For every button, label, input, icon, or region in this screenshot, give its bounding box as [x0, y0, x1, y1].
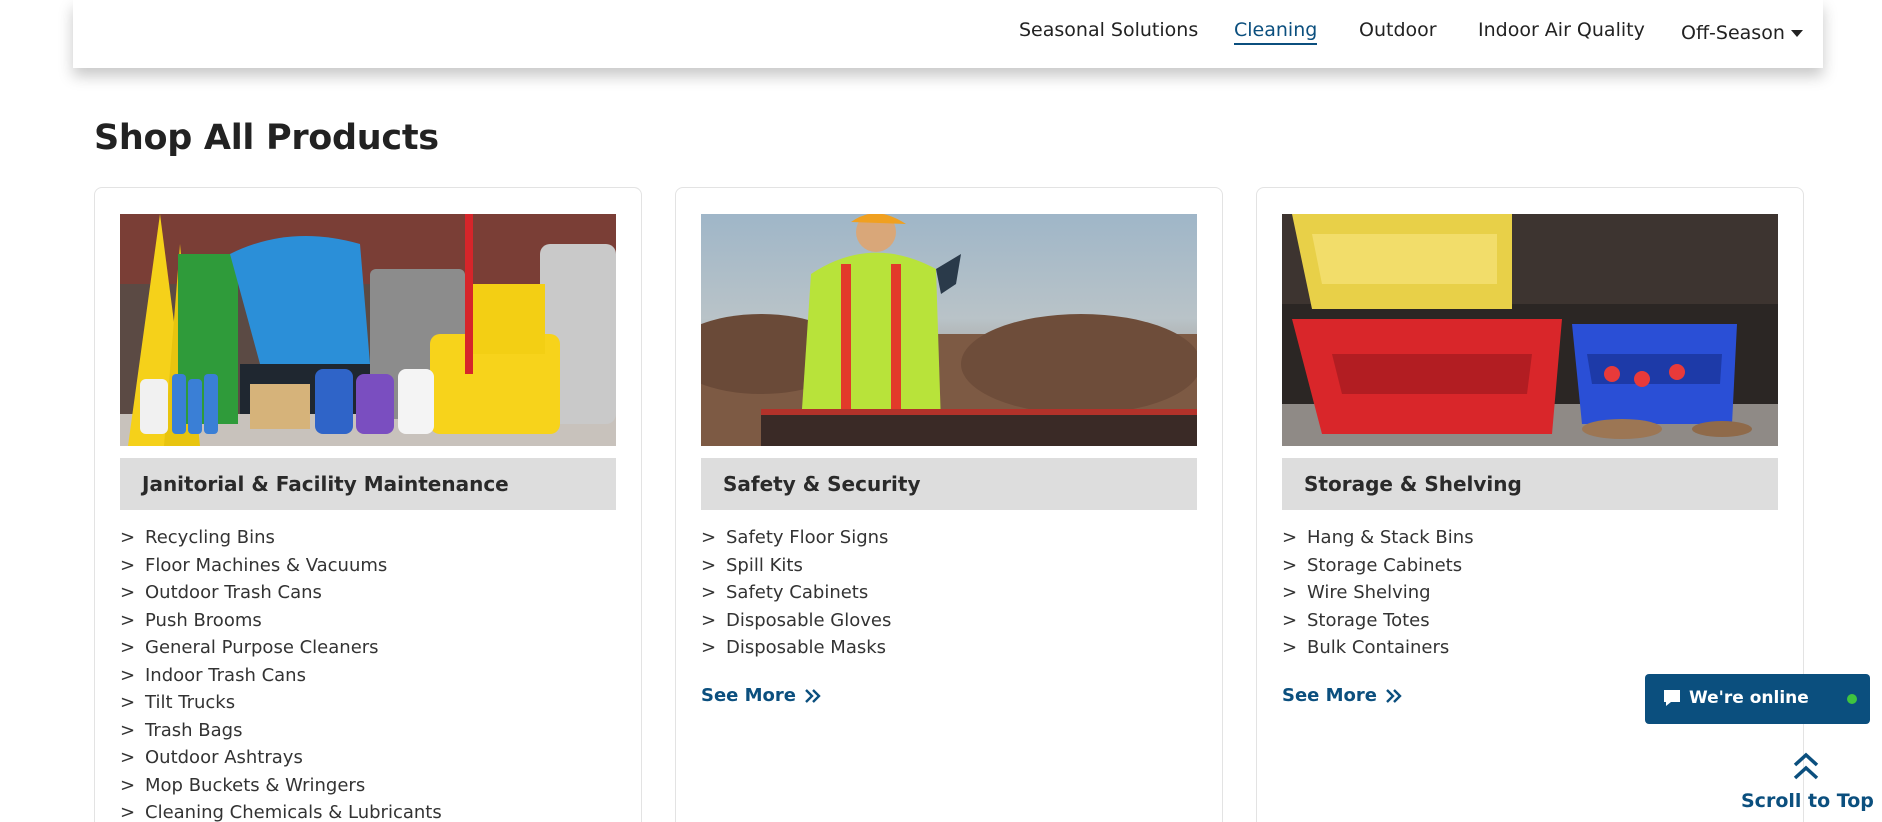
list-item[interactable]: > Safety Cabinets: [701, 579, 891, 607]
list-item[interactable]: > Wire Shelving: [1282, 579, 1474, 607]
category-title[interactable]: Storage & Shelving: [1282, 458, 1778, 510]
chevron-right-icon: >: [120, 527, 136, 548]
nav-off-season[interactable]: Off-Season: [1681, 22, 1803, 44]
category-title[interactable]: Safety & Security: [701, 458, 1197, 510]
chevron-right-icon: >: [120, 692, 136, 713]
chevron-right-icon: >: [1282, 609, 1298, 631]
nav-cleaning[interactable]: Cleaning: [1234, 19, 1318, 45]
category-link-list: > Recycling Bins > Floor Machines & Vacuum…: [120, 524, 442, 822]
list-item[interactable]: > Disposable Masks: [701, 634, 891, 662]
chevron-right-icon: >: [701, 609, 717, 631]
list-item[interactable]: > Outdoor Ashtrays: [120, 744, 442, 772]
chevron-right-icon: >: [701, 554, 717, 576]
see-more-link[interactable]: See More: [701, 685, 822, 706]
list-item-label: General Purpose Cleaners: [145, 637, 379, 658]
see-more-label: See More: [1282, 685, 1378, 706]
double-chevron-right-icon: [805, 689, 821, 703]
chat-status-label: We're online: [1689, 688, 1809, 708]
list-item-label: Indoor Trash Cans: [145, 664, 306, 686]
chevron-right-icon: >: [1282, 527, 1298, 548]
janitorial-products-photo[interactable]: [120, 214, 616, 446]
chevron-right-icon: >: [120, 554, 136, 576]
category-link-list: > Safety Floor Signs > Spill Kits > Safety …: [701, 524, 891, 662]
list-item[interactable]: > Cleaning Chemicals & Lubricants: [120, 799, 442, 822]
list-item[interactable]: > Safety Floor Signs: [701, 524, 891, 552]
list-item[interactable]: > Trash Bags: [120, 717, 442, 745]
list-item[interactable]: > Push Brooms: [120, 607, 442, 635]
nav-seasonal-solutions[interactable]: Seasonal Solutions: [1019, 19, 1198, 41]
list-item-label: Disposable Gloves: [726, 609, 892, 631]
list-item[interactable]: > Spill Kits: [701, 552, 891, 580]
list-item-label: Hang & Stack Bins: [1307, 527, 1474, 548]
double-chevron-right-icon: [1386, 689, 1402, 703]
list-item[interactable]: > Storage Cabinets: [1282, 552, 1474, 580]
category-card-storage: Storage & Shelving > Hang & Stack Bins > S…: [1256, 187, 1804, 822]
chat-bubble-icon: [1664, 690, 1680, 706]
chevron-right-icon: >: [701, 582, 717, 603]
list-item-label: Spill Kits: [726, 554, 803, 576]
scroll-to-top-button[interactable]: Scroll to Top: [1738, 752, 1874, 822]
list-item-label: Disposable Masks: [726, 637, 887, 658]
chevron-right-icon: >: [120, 802, 136, 822]
chevron-right-icon: >: [701, 527, 717, 548]
list-item-label: Recycling Bins: [145, 527, 275, 548]
list-item[interactable]: > Bulk Containers: [1282, 634, 1474, 662]
list-item-label: Floor Machines & Vacuums: [145, 554, 388, 576]
list-item-label: Storage Cabinets: [1307, 554, 1463, 576]
list-item[interactable]: > Disposable Gloves: [701, 607, 891, 635]
chevron-right-icon: >: [120, 747, 136, 768]
list-item[interactable]: > Outdoor Trash Cans: [120, 579, 442, 607]
list-item-label: Mop Buckets & Wringers: [145, 774, 366, 796]
list-item[interactable]: > Tilt Trucks: [120, 689, 442, 717]
chevron-right-icon: >: [120, 719, 136, 741]
list-item[interactable]: > Mop Buckets & Wringers: [120, 772, 442, 800]
category-title[interactable]: Janitorial & Facility Maintenance: [120, 458, 616, 510]
chevron-right-icon: >: [120, 664, 136, 686]
chevron-right-icon: >: [120, 637, 136, 658]
list-item-label: Wire Shelving: [1307, 582, 1431, 603]
list-item-label: Tilt Trucks: [145, 692, 236, 713]
double-chevron-up-icon: [1793, 752, 1819, 780]
list-item[interactable]: > Indoor Trash Cans: [120, 662, 442, 690]
list-item-label: Outdoor Ashtrays: [145, 747, 303, 768]
online-status-dot: [1847, 694, 1857, 704]
chevron-right-icon: >: [120, 609, 136, 631]
see-more-label: See More: [701, 685, 797, 706]
live-chat-button[interactable]: We're online: [1645, 674, 1870, 724]
chevron-right-icon: >: [120, 774, 136, 796]
list-item-label: Safety Cabinets: [726, 582, 869, 603]
list-item-label: Trash Bags: [145, 719, 243, 741]
nav-outdoor[interactable]: Outdoor: [1359, 19, 1437, 41]
chevron-right-icon: >: [1282, 637, 1298, 658]
list-item-label: Push Brooms: [145, 609, 262, 631]
category-card-safety: Safety & Security > Safety Floor Signs > S…: [675, 187, 1223, 822]
category-link-list: > Hang & Stack Bins > Storage Cabinets > Wi…: [1282, 524, 1474, 662]
chevron-right-icon: >: [701, 637, 717, 658]
nav-indoor-air-quality[interactable]: Indoor Air Quality: [1478, 19, 1645, 41]
list-item[interactable]: > Hang & Stack Bins: [1282, 524, 1474, 552]
nav-off-season-label: Off-Season: [1681, 22, 1785, 44]
list-item-label: Outdoor Trash Cans: [145, 582, 322, 603]
caret-down-icon: [1790, 30, 1803, 37]
list-item[interactable]: > General Purpose Cleaners: [120, 634, 442, 662]
chevron-right-icon: >: [120, 582, 136, 603]
top-navigation: Seasonal Solutions Cleaning Outdoor Indo…: [73, 0, 1823, 68]
storage-bins-photo[interactable]: [1282, 214, 1778, 446]
page-title: Shop All Products: [94, 118, 439, 158]
scroll-to-top-label: Scroll to Top: [1741, 790, 1874, 812]
chevron-right-icon: >: [1282, 554, 1298, 576]
list-item[interactable]: > Recycling Bins: [120, 524, 442, 552]
list-item[interactable]: > Storage Totes: [1282, 607, 1474, 635]
category-card-janitorial: Janitorial & Facility Maintenance > Recyc…: [94, 187, 642, 822]
see-more-link[interactable]: See More: [1282, 685, 1403, 706]
list-item-label: Safety Floor Signs: [726, 527, 889, 548]
safety-worker-photo[interactable]: [701, 214, 1197, 446]
list-item[interactable]: > Floor Machines & Vacuums: [120, 552, 442, 580]
list-item-label: Storage Totes: [1307, 609, 1430, 631]
list-item-label: Cleaning Chemicals & Lubricants: [145, 802, 442, 822]
list-item-label: Bulk Containers: [1307, 637, 1450, 658]
chevron-right-icon: >: [1282, 582, 1298, 603]
